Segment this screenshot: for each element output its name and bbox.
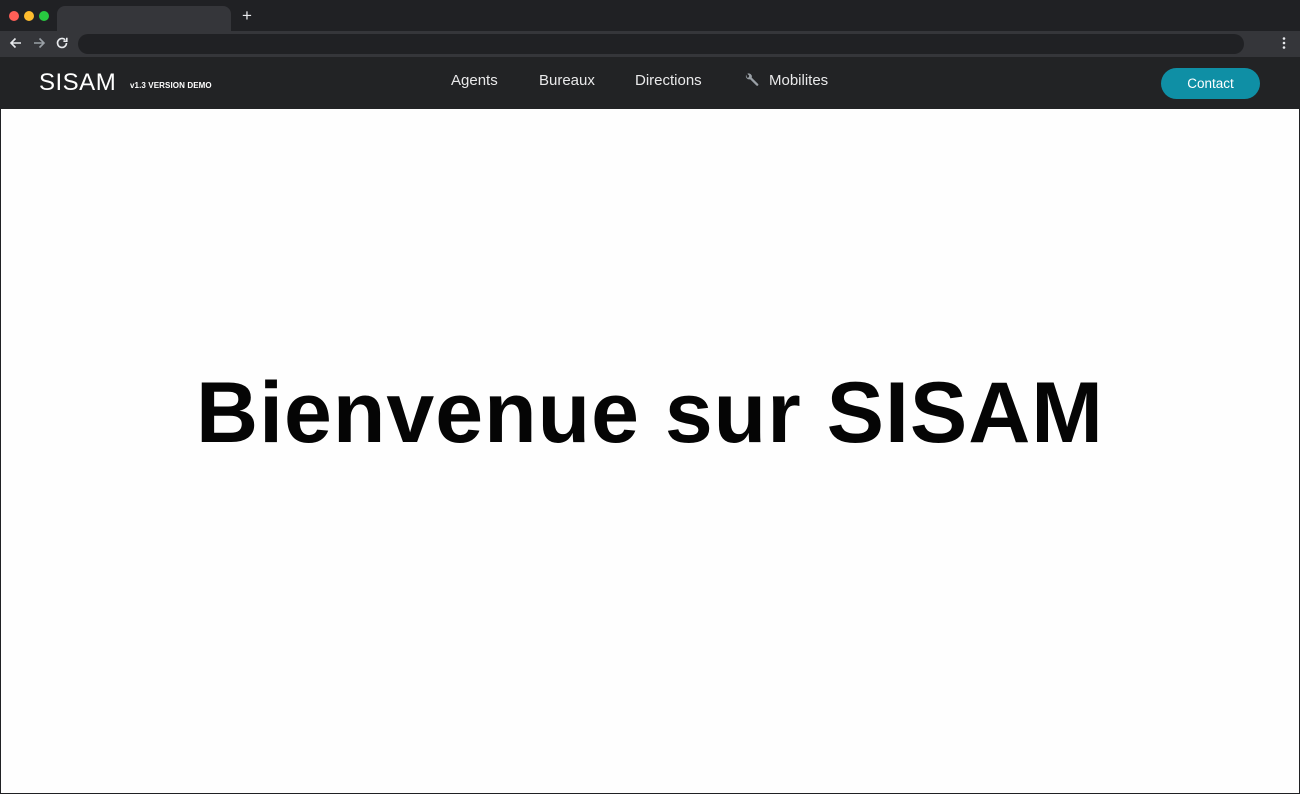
nav-link-agents[interactable]: Agents xyxy=(451,72,498,90)
contact-button[interactable]: Contact xyxy=(1161,68,1260,99)
nav-link-directions[interactable]: Directions xyxy=(635,72,702,90)
site-navbar: SISAM v1.3 VERSION DEMO Agents Bureaux D… xyxy=(0,57,1300,109)
kebab-menu-icon[interactable] xyxy=(1278,35,1290,51)
browser-toolbar xyxy=(0,31,1300,57)
forward-arrow-icon[interactable] xyxy=(31,35,47,51)
maximize-window-button[interactable] xyxy=(39,11,49,21)
version-label: v1.3 VERSION DEMO xyxy=(130,81,212,90)
close-window-button[interactable] xyxy=(9,11,19,21)
page-content: Bienvenue sur SISAM xyxy=(1,109,1299,793)
back-arrow-icon[interactable] xyxy=(8,35,24,51)
nav-link-mobilites[interactable]: Mobilites xyxy=(743,72,828,90)
new-tab-button[interactable]: + xyxy=(238,7,256,25)
nav-link-mobilites-label: Mobilites xyxy=(769,72,829,89)
wrench-icon xyxy=(743,72,760,90)
welcome-heading: Bienvenue sur SISAM xyxy=(196,365,1104,461)
browser-tab-bar: + xyxy=(0,0,1300,31)
reload-icon[interactable] xyxy=(54,35,70,51)
minimize-window-button[interactable] xyxy=(24,11,34,21)
brand-logo[interactable]: SISAM xyxy=(39,68,116,98)
browser-tab[interactable] xyxy=(57,6,231,31)
address-bar[interactable] xyxy=(78,34,1244,54)
nav-link-bureaux[interactable]: Bureaux xyxy=(539,72,595,90)
